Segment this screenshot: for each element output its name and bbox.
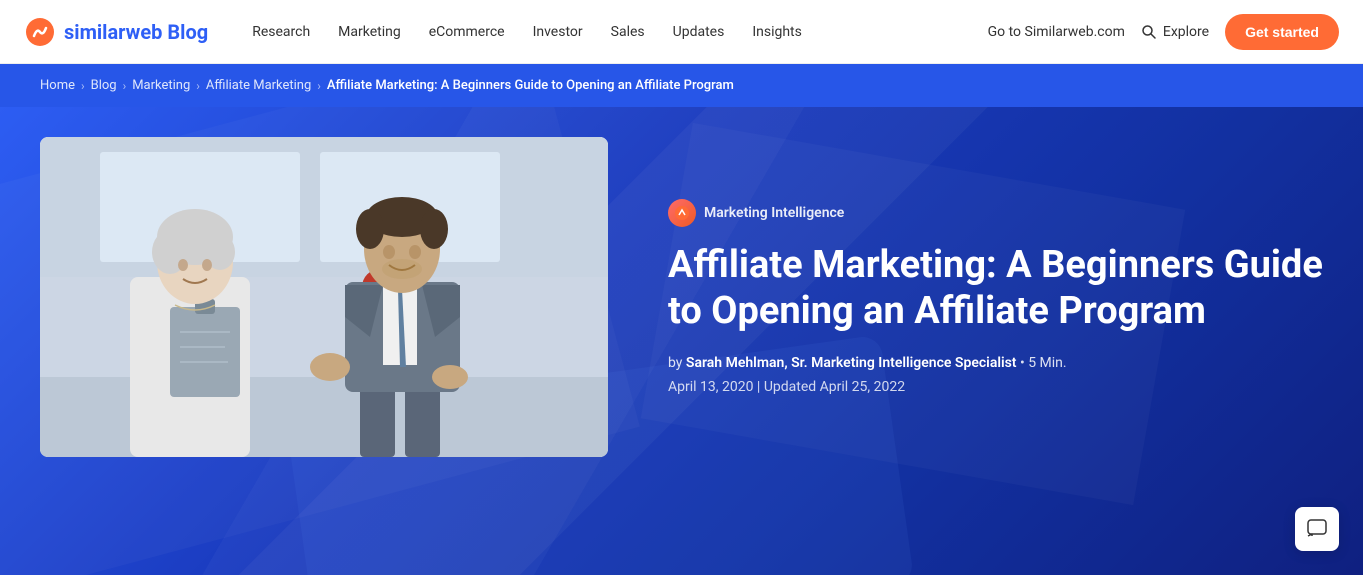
explore-button[interactable]: Explore [1141,24,1209,40]
nav-research[interactable]: Research [240,16,322,48]
goto-similarweb-link[interactable]: Go to Similarweb.com [988,24,1125,40]
nav-sales[interactable]: Sales [599,16,657,48]
nav-links: Research Marketing eCommerce Investor Sa… [240,16,987,48]
category-icon [668,199,696,227]
logo[interactable]: similarweb Blog [24,16,208,48]
article-author: by Sarah Mehlman, Sr. Marketing Intellig… [668,355,1323,371]
category-badge: Marketing Intelligence [668,199,1323,227]
category-label: Marketing Intelligence [704,205,844,221]
breadcrumb-sep-2: › [123,79,127,93]
breadcrumb-affiliate-marketing[interactable]: Affiliate Marketing [206,78,311,93]
nav-right: Go to Similarweb.com Explore Get started [988,14,1339,50]
nav-insights[interactable]: Insights [740,16,814,48]
nav-investor[interactable]: Investor [521,16,595,48]
nav-ecommerce[interactable]: eCommerce [417,16,517,48]
logo-text: similarweb Blog [64,20,208,44]
marketing-intelligence-icon [674,205,690,221]
similarweb-logo-icon [24,16,56,48]
breadcrumb-sep-3: › [196,79,200,93]
article-image-svg [40,137,608,457]
navbar: similarweb Blog Research Marketing eComm… [0,0,1363,64]
article-title: Affiliate Marketing: A Beginners Guide t… [668,243,1323,334]
hero-body: Marketing Intelligence Affiliate Marketi… [0,107,1363,497]
breadcrumb-home[interactable]: Home [40,78,75,93]
article-text: Marketing Intelligence Affiliate Marketi… [668,199,1323,394]
breadcrumb: Home › Blog › Marketing › Affiliate Mark… [0,64,1363,107]
breadcrumb-current: Affiliate Marketing: A Beginners Guide t… [327,78,734,93]
breadcrumb-sep-4: › [317,79,321,93]
search-icon [1141,24,1157,40]
breadcrumb-sep-1: › [81,79,85,93]
chat-icon [1306,518,1328,540]
nav-updates[interactable]: Updates [661,16,737,48]
article-image [40,137,608,457]
breadcrumb-blog[interactable]: Blog [91,78,117,93]
hero-section: Home › Blog › Marketing › Affiliate Mark… [0,64,1363,575]
get-started-button[interactable]: Get started [1225,14,1339,50]
article-date: April 13, 2020 | Updated April 25, 2022 [668,379,1323,395]
chat-button[interactable] [1295,507,1339,551]
nav-marketing[interactable]: Marketing [326,16,413,48]
breadcrumb-marketing[interactable]: Marketing [132,78,190,93]
